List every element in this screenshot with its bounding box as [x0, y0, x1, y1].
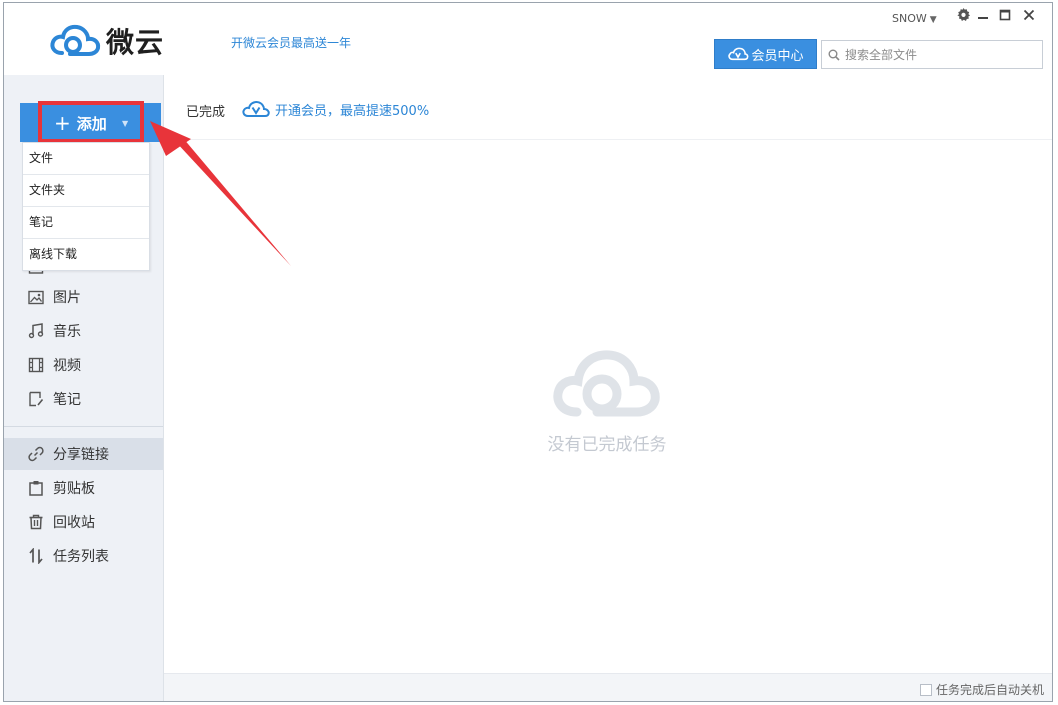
- top-bar: 微云 开微云会员最高送一年 SNOW ▼ 会员中心: [4, 3, 1052, 76]
- sidebar-item-label: 图片: [53, 290, 81, 306]
- member-center-button[interactable]: 会员中心: [714, 39, 817, 69]
- sidebar-divider: [4, 426, 163, 427]
- empty-state-text: 没有已完成任务: [547, 435, 667, 455]
- user-menu[interactable]: SNOW ▼: [892, 12, 937, 25]
- sidebar-item-label: 音乐: [53, 324, 81, 340]
- search-box[interactable]: [821, 40, 1043, 69]
- sidebar-item-music[interactable]: 音乐: [4, 315, 163, 347]
- sidebar-item-label: 笔记: [53, 392, 81, 408]
- search-input[interactable]: [845, 47, 1025, 62]
- sidebar-item-videos[interactable]: 视频: [4, 349, 163, 381]
- sidebar-item-label: 回收站: [53, 515, 95, 531]
- sidebar-item-share-links[interactable]: 分享链接: [4, 438, 163, 470]
- promo-link[interactable]: 开微云会员最高送一年: [231, 34, 351, 51]
- tab-completed[interactable]: 已完成: [186, 101, 225, 120]
- sidebar-item-label: 任务列表: [53, 549, 109, 565]
- gear-icon[interactable]: [955, 8, 971, 26]
- trash-icon: [27, 513, 45, 531]
- music-icon: [27, 322, 45, 340]
- menu-item-offline-download[interactable]: 离线下载: [23, 239, 149, 270]
- highlight-box: [38, 101, 144, 143]
- close-icon[interactable]: [1021, 8, 1037, 26]
- sidebar-item-label: 分享链接: [53, 447, 109, 463]
- menu-item-note[interactable]: 笔记: [23, 207, 149, 239]
- link-icon: [27, 445, 45, 463]
- note-icon: [27, 390, 45, 408]
- menu-item-file[interactable]: 文件: [23, 143, 149, 175]
- vip-speed-link[interactable]: 开通会员，最高提速500%: [241, 99, 429, 119]
- auto-shutdown-checkbox[interactable]: [919, 683, 932, 696]
- sidebar-item-notes[interactable]: 笔记: [4, 383, 163, 415]
- sidebar: + 添加 ▼ 文件 文件夹 笔记 离线下载 图片 音乐 视频 笔记 分享链接 剪…: [4, 75, 164, 701]
- app-window: 微云 开微云会员最高送一年 SNOW ▼ 会员中心 搜索全部文件 + 添加 ▼ …: [3, 2, 1053, 702]
- auto-shutdown-label: 任务完成后自动关机: [935, 683, 1044, 697]
- vip-cloud-icon: [728, 47, 749, 61]
- sidebar-item-task-list[interactable]: 任务列表: [4, 540, 163, 572]
- empty-state: 没有已完成任务: [542, 342, 672, 455]
- sidebar-item-clipboard[interactable]: 剪贴板: [4, 472, 163, 504]
- vip-speed-label: 开通会员，最高提速500%: [275, 103, 430, 119]
- vip-cloud-icon: [242, 101, 270, 117]
- app-logo: 微云: [48, 21, 164, 61]
- menu-item-folder[interactable]: 文件夹: [23, 175, 149, 207]
- clipboard-icon: [27, 479, 45, 497]
- image-icon: [27, 288, 45, 306]
- add-dropdown-menu: 文件 文件夹 笔记 离线下载: [22, 142, 150, 271]
- transfer-icon: [27, 547, 45, 565]
- sidebar-item-label: 视频: [53, 358, 81, 374]
- member-center-label: 会员中心: [751, 48, 804, 64]
- empty-cloud-icon: [553, 350, 660, 417]
- sidebar-item-label: 剪贴板: [53, 481, 95, 497]
- cloud-logo-icon: [50, 24, 101, 56]
- username: SNOW: [892, 12, 927, 25]
- status-bar: 任务完成后自动关机: [164, 673, 1052, 701]
- maximize-icon[interactable]: [997, 8, 1013, 26]
- auto-shutdown-option[interactable]: 任务完成后自动关机: [919, 681, 1044, 698]
- sidebar-item-images[interactable]: 图片: [4, 281, 163, 313]
- tab-bar: 已完成 开通会员，最高提速500%: [164, 75, 1052, 140]
- sidebar-item-recycle-bin[interactable]: 回收站: [4, 506, 163, 538]
- minimize-icon[interactable]: [975, 8, 991, 26]
- app-name: 微云: [106, 26, 165, 59]
- chevron-down-icon: ▼: [929, 15, 937, 25]
- search-icon: [828, 49, 840, 61]
- video-icon: [27, 356, 45, 374]
- main-panel: 已完成 开通会员，最高提速500% 没有已完成任务 任务完成后自动关机: [164, 75, 1052, 701]
